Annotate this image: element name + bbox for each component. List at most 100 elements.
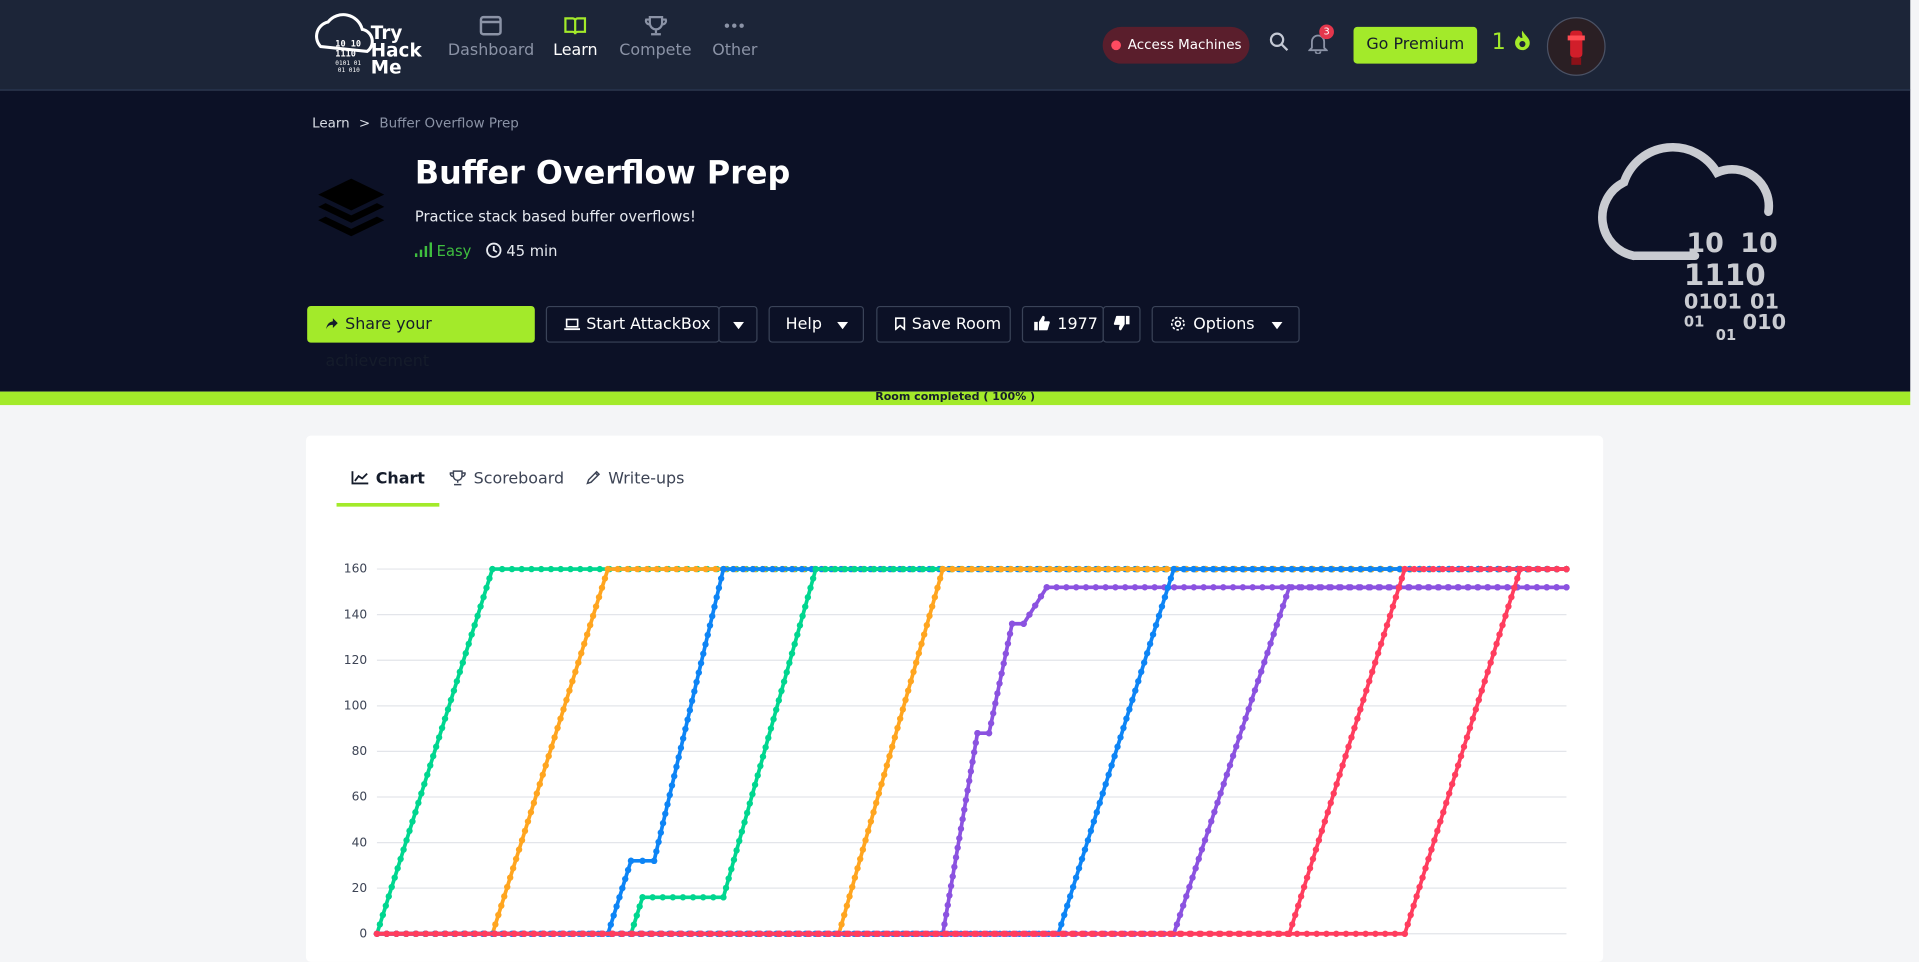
- data-point: [409, 818, 416, 825]
- data-point: [1105, 565, 1112, 573]
- data-point: [1543, 584, 1550, 591]
- data-point: [1085, 565, 1093, 573]
- data-point: [1233, 743, 1240, 750]
- data-point: [928, 603, 936, 610]
- data-point: [1451, 771, 1459, 778]
- data-point: [1377, 640, 1385, 648]
- data-point: [1002, 650, 1010, 657]
- data-point: [775, 930, 782, 937]
- data-point: [891, 734, 899, 741]
- data-point: [547, 565, 555, 573]
- cloud-binary-art: 10 10 1110 0101 01 01 01 010: [1598, 142, 1786, 344]
- attackbox-dropdown-button[interactable]: [718, 305, 758, 343]
- data-point: [1333, 930, 1340, 937]
- data-point: [388, 883, 395, 891]
- data-point: [784, 930, 792, 937]
- data-point: [880, 565, 888, 573]
- data-point: [1526, 565, 1533, 573]
- data-point: [878, 780, 885, 788]
- data-point: [1163, 565, 1171, 573]
- data-point: [666, 791, 673, 799]
- dislike-button[interactable]: [1102, 305, 1141, 343]
- data-point: [1115, 565, 1122, 573]
- data-point: [1190, 565, 1197, 573]
- search-button[interactable]: [1269, 32, 1293, 56]
- data-point: [634, 565, 641, 573]
- scrollbar-gutter: [1910, 0, 1919, 949]
- data-point: [596, 565, 604, 573]
- data-point: [1297, 893, 1305, 900]
- data-point: [604, 565, 612, 573]
- breadcrumb-learn-link[interactable]: Learn: [312, 115, 350, 131]
- nav-dashboard[interactable]: Dashboard: [448, 15, 534, 60]
- nav-compete[interactable]: Compete: [619, 15, 692, 60]
- data-point: [988, 565, 995, 573]
- data-point: [512, 855, 520, 863]
- start-attackbox-button[interactable]: Start AttackBox: [545, 305, 720, 343]
- notifications-button[interactable]: 3: [1307, 24, 1334, 56]
- data-point: [1517, 565, 1524, 573]
- data-point: [1204, 827, 1212, 834]
- data-point: [653, 565, 660, 573]
- data-point: [872, 930, 880, 937]
- data-point: [536, 780, 543, 788]
- save-room-button[interactable]: Save Room: [876, 305, 1011, 343]
- data-point: [1147, 930, 1154, 937]
- access-machines-button[interactable]: Access Machines: [1102, 26, 1250, 64]
- data-point: [1259, 584, 1266, 591]
- data-point: [912, 930, 919, 937]
- data-point: [507, 874, 514, 881]
- options-dropdown-button[interactable]: Options: [1151, 305, 1300, 343]
- logo-wordmark: Try Hack Me: [371, 24, 422, 77]
- go-premium-button[interactable]: Go Premium: [1353, 26, 1478, 64]
- data-point: [1049, 930, 1056, 937]
- data-point: [1269, 584, 1276, 591]
- data-point: [415, 799, 422, 807]
- user-avatar[interactable]: [1546, 17, 1606, 76]
- tab-chart[interactable]: Chart: [336, 470, 440, 507]
- nav-learn[interactable]: Learn: [553, 15, 598, 60]
- art-digit-text: 01: [1716, 327, 1736, 344]
- help-dropdown-button[interactable]: Help: [768, 305, 865, 343]
- data-point: [941, 930, 948, 937]
- data-point: [1478, 687, 1485, 694]
- data-point: [849, 883, 856, 891]
- data-point: [951, 863, 958, 871]
- data-point: [804, 594, 812, 601]
- data-point: [489, 565, 496, 573]
- data-point: [1544, 565, 1552, 573]
- data-point: [942, 911, 950, 918]
- data-point: [1288, 565, 1295, 573]
- data-point: [1201, 836, 1209, 844]
- data-point: [746, 800, 753, 807]
- data-point: [1289, 921, 1296, 928]
- nav-other[interactable]: Other: [712, 15, 757, 60]
- streak-counter[interactable]: 1: [1492, 29, 1533, 55]
- data-point: [581, 640, 588, 648]
- status-dot-icon: [1110, 40, 1121, 51]
- data-point: [853, 930, 860, 937]
- data-point: [994, 690, 1001, 697]
- data-point: [804, 930, 811, 937]
- data-point: [527, 809, 535, 816]
- share-achievement-button[interactable]: Share your achievement: [307, 305, 535, 371]
- tab-scoreboard[interactable]: Scoreboard: [449, 470, 564, 503]
- svg-text:0101 01: 0101 01: [335, 60, 361, 67]
- data-point: [679, 894, 687, 901]
- tab-write-ups[interactable]: Write-ups: [585, 470, 684, 503]
- data-point: [996, 680, 1003, 687]
- data-point: [1389, 603, 1397, 610]
- data-point: [1523, 584, 1531, 591]
- data-point: [383, 930, 390, 937]
- like-button[interactable]: 1977: [1021, 305, 1104, 343]
- data-point: [601, 575, 609, 582]
- data-point: [944, 901, 951, 909]
- data-point: [1245, 705, 1252, 713]
- data-point: [1472, 706, 1480, 713]
- data-point: [624, 565, 631, 573]
- room-description: Practice stack based buffer overflows!: [414, 208, 696, 226]
- data-point: [406, 827, 413, 835]
- tryhackme-logo[interactable]: 10 10 1110 0101 01 01 010 Try Hack Me: [306, 10, 428, 81]
- data-point: [1382, 930, 1389, 937]
- data-point: [486, 575, 493, 582]
